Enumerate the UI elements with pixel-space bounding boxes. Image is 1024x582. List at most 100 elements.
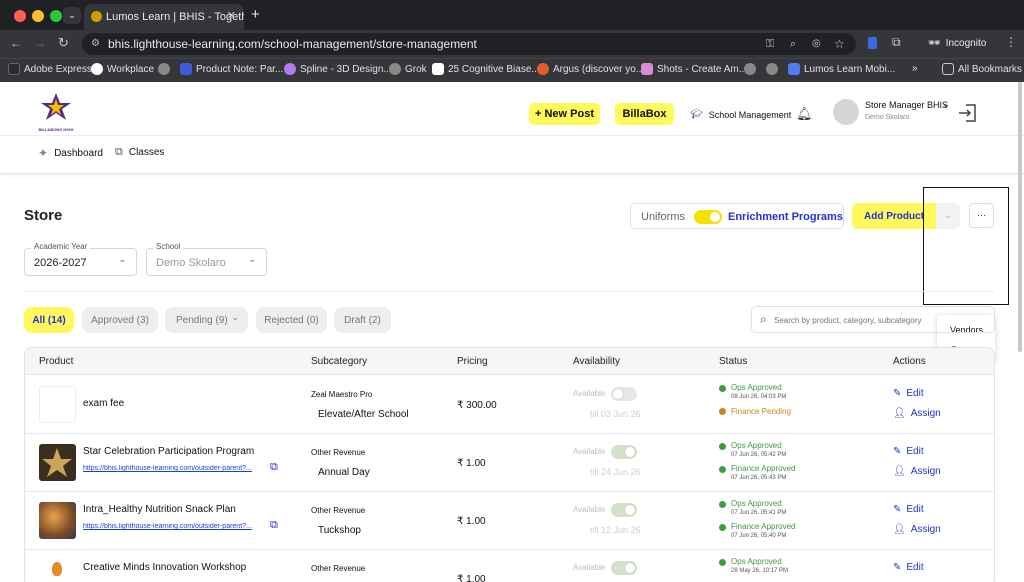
bookmark-globe-3[interactable]	[744, 63, 756, 75]
school-logo[interactable]: BILLABONG HIGH	[38, 92, 74, 132]
lightbulb-icon	[52, 562, 62, 576]
close-tab-icon[interactable]: ✕	[227, 9, 236, 22]
tab-bar: ⌄ Lumos Learn | BHIS - Togethe ✕ +	[0, 0, 1024, 30]
all-bookmarks[interactable]: All Bookmarks	[942, 63, 1022, 75]
edit-label: Edit	[906, 388, 924, 399]
bookmark-lumos[interactable]: Lumos Learn Mobi...	[788, 63, 895, 75]
new-tab-icon[interactable]: +	[251, 6, 260, 23]
bookmark-globe[interactable]	[158, 63, 170, 75]
tab-search-icon[interactable]: ⌄	[63, 7, 81, 24]
billabox-button[interactable]: BillaBox	[615, 103, 674, 125]
dashboard-icon: ✦	[38, 146, 49, 160]
product-name[interactable]: Creative Minds Innovation Workshop	[83, 562, 246, 573]
table-row[interactable]: Intra_Healthy Nutrition Snack Plan https…	[25, 492, 994, 550]
product-name[interactable]: Star Celebration Participation Program	[83, 446, 254, 457]
academic-year-select[interactable]: Academic Year 2026-2027 ⌄	[24, 242, 137, 276]
school-management-label: School Management	[708, 109, 792, 120]
chevron-down-icon[interactable]: ⌄	[942, 99, 950, 110]
extensions-puzzle-icon[interactable]: ⧉	[892, 35, 901, 50]
avatar[interactable]	[833, 99, 859, 125]
key-icon[interactable]: ⚿	[766, 33, 774, 55]
copy-icon[interactable]: ⧉	[270, 519, 278, 532]
graduation-cap-icon: 🎓︎	[690, 109, 703, 120]
availability-toggle[interactable]	[611, 387, 637, 401]
bookmark-workplace[interactable]: Workplace	[91, 63, 154, 75]
filter-all[interactable]: All (14)	[24, 307, 74, 333]
search-box[interactable]: ⌕	[751, 306, 995, 333]
availability-toggle[interactable]	[611, 503, 637, 517]
reload-icon[interactable]: ↻	[58, 35, 69, 51]
edit-button[interactable]: ✎ Edit	[893, 446, 924, 457]
bookmark-cognitive[interactable]: 25 Cognitive Biase...	[432, 63, 540, 75]
availability-toggle[interactable]	[611, 445, 637, 459]
bookmark-globe-2[interactable]: Grok	[389, 63, 427, 75]
assign-button[interactable]: 👤︎ Assign	[893, 408, 941, 419]
bookmark-product-note[interactable]: Product Note: Par...	[180, 63, 283, 75]
program-switch[interactable]	[694, 210, 722, 224]
more-menu-icon[interactable]: ⋮	[1005, 35, 1017, 49]
bookmarks-overflow[interactable]: »	[912, 63, 918, 74]
bookmark-label: Lumos Learn Mobi...	[804, 63, 896, 75]
school-management-link[interactable]: 🎓︎ School Management	[690, 109, 791, 120]
nav-dashboard[interactable]: ✦ Dashboard	[38, 146, 103, 160]
bookmark-spline[interactable]: Spline - 3D Design...	[284, 63, 392, 75]
table-row[interactable]: exam fee Zeal Maestro Pro Elevate/After …	[25, 376, 994, 434]
school-value: Demo Skolaro	[156, 257, 226, 269]
bookmark-globe-4[interactable]	[766, 63, 778, 75]
user-name[interactable]: Store Manager BHIS	[865, 100, 948, 110]
bookmark-argus[interactable]: Argus (discover yo...	[537, 63, 644, 75]
assign-button[interactable]: 👤︎ Assign	[893, 466, 941, 477]
bookmark-label: Product Note: Par...	[196, 63, 284, 75]
school-select[interactable]: School Demo Skolaro ⌄	[146, 242, 267, 276]
back-icon[interactable]: ←	[10, 36, 22, 50]
assign-label: Assign	[910, 524, 941, 535]
filter-draft[interactable]: Draft (2)	[334, 307, 391, 333]
new-post-button[interactable]: + New Post	[529, 103, 600, 125]
availability-toggle[interactable]	[611, 561, 637, 575]
product-link[interactable]: https://bhis.lighthouse-learning.com/out…	[83, 523, 263, 530]
eye-off-icon[interactable]: ◎	[812, 33, 821, 55]
product-note-icon	[180, 63, 192, 75]
product-type-toggle[interactable]: Uniforms Enrichment Programs	[630, 203, 844, 229]
address-bar[interactable]: ⚙ bhis.lighthouse-learning.com/school-ma…	[82, 33, 856, 55]
bookmark-shots[interactable]: Shots - Create Am...	[641, 63, 747, 75]
star-image-icon	[42, 448, 72, 477]
edit-button[interactable]: ✎ Edit	[893, 504, 924, 515]
assign-button[interactable]: 👤︎ Assign	[893, 524, 941, 535]
product-link[interactable]: https://bhis.lighthouse-learning.com/out…	[83, 465, 263, 472]
table-row[interactable]: Star Celebration Participation Program h…	[25, 434, 994, 492]
url-text: bhis.lighthouse-learning.com/school-mana…	[108, 37, 477, 51]
star-icon[interactable]: ☆	[834, 33, 845, 55]
logout-icon[interactable]	[957, 102, 979, 124]
extension-icon[interactable]	[868, 37, 877, 49]
page-scrollbar[interactable]	[1018, 82, 1022, 352]
app: BILLABONG HIGH + New Post BillaBox 🎓︎ Sc…	[0, 82, 1024, 582]
minimize-window-button[interactable]	[32, 10, 44, 22]
header-product: Product	[39, 356, 74, 367]
product-name[interactable]: exam fee	[83, 398, 124, 409]
edit-button[interactable]: ✎ Edit	[893, 562, 924, 573]
classes-icon: ⧉	[115, 146, 123, 158]
table-row[interactable]: Creative Minds Innovation Workshop Other…	[25, 550, 994, 582]
maximize-window-button[interactable]	[50, 10, 62, 22]
product-name[interactable]: Intra_Healthy Nutrition Snack Plan	[83, 504, 236, 515]
filter-rejected[interactable]: Rejected (0)	[256, 307, 327, 333]
site-info-icon[interactable]: ⚙	[91, 33, 100, 55]
close-window-button[interactable]	[14, 10, 26, 22]
toggle-enrichment-label[interactable]: Enrichment Programs	[728, 211, 843, 223]
copy-icon[interactable]: ⧉	[270, 461, 278, 474]
filter-approved[interactable]: Approved (3)	[82, 307, 158, 333]
forward-icon[interactable]: →	[34, 36, 46, 50]
filter-pending[interactable]: Pending (9) ⌄	[165, 307, 248, 333]
zoom-icon[interactable]: ⌕	[790, 33, 796, 55]
browser-tab[interactable]: Lumos Learn | BHIS - Togethe ✕	[84, 4, 244, 30]
header-pricing: Pricing	[457, 356, 488, 367]
user-icon: 👤︎	[893, 408, 906, 419]
toggle-uniforms-label[interactable]: Uniforms	[641, 211, 685, 223]
incognito-badge[interactable]: 🕶 Incognito	[920, 34, 994, 54]
search-input[interactable]	[774, 311, 984, 329]
bookmark-adobe-express[interactable]: Adobe Express	[8, 63, 92, 75]
bell-icon[interactable]: 🔔︎	[796, 106, 813, 122]
nav-classes[interactable]: ⧉ Classes	[115, 146, 164, 159]
edit-button[interactable]: ✎ Edit	[893, 388, 924, 399]
